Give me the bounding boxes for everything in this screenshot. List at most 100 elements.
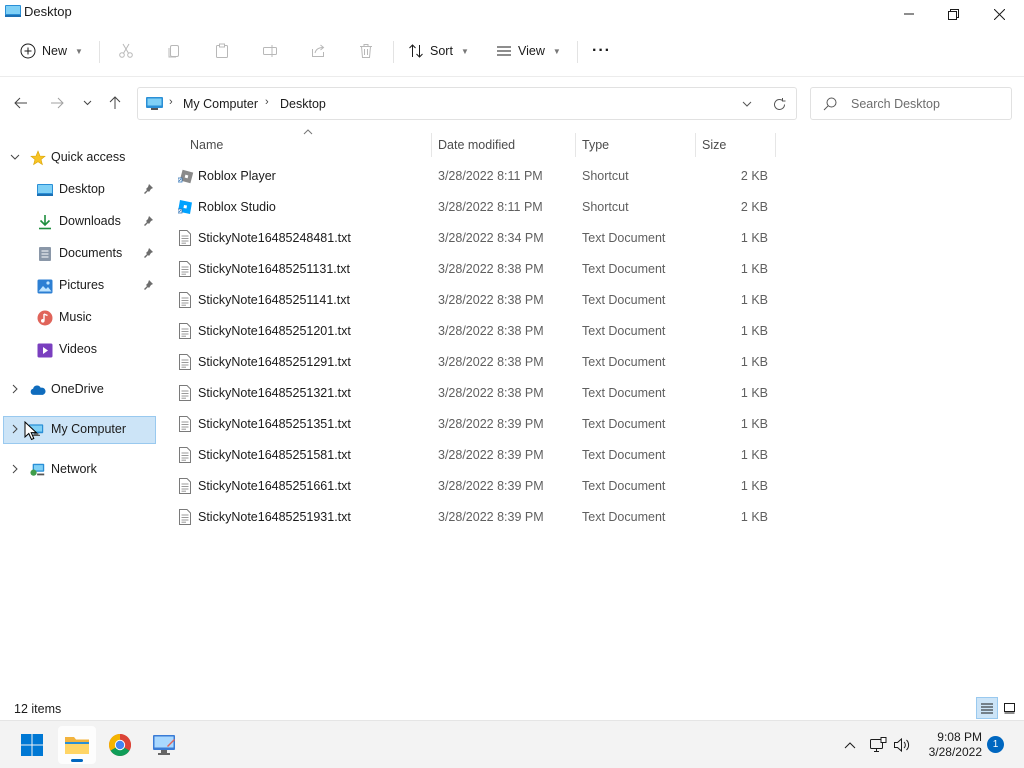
column-header-date[interactable]: Date modified — [438, 138, 515, 152]
paste-button[interactable] — [212, 41, 232, 61]
file-name: Roblox Player — [198, 169, 276, 183]
file-row[interactable]: StickyNote16485251131.txt 3/28/2022 8:38… — [172, 254, 776, 284]
column-header-size[interactable]: Size — [702, 138, 726, 152]
restore-button[interactable] — [930, 0, 976, 28]
forward-button[interactable] — [46, 92, 68, 114]
search-input[interactable]: Search Desktop — [810, 87, 1012, 120]
recent-locations-button[interactable] — [76, 92, 98, 114]
chevron-right-icon[interactable] — [9, 423, 21, 435]
address-dropdown-button[interactable] — [738, 95, 756, 113]
file-row[interactable]: StickyNote16485251201.txt 3/28/2022 8:38… — [172, 316, 776, 346]
sidebar-item-onedrive[interactable]: OneDrive — [3, 376, 156, 404]
text-file-icon — [178, 292, 194, 308]
minimize-button[interactable] — [886, 0, 932, 28]
sidebar-item-network[interactable]: Network — [3, 456, 156, 484]
details-view-button[interactable] — [976, 697, 998, 719]
tiles-view-button[interactable] — [998, 697, 1020, 719]
chevron-right-icon[interactable] — [9, 383, 21, 395]
notification-badge[interactable]: 1 — [987, 736, 1004, 753]
column-divider[interactable] — [775, 133, 776, 157]
file-row[interactable]: StickyNote16485251661.txt 3/28/2022 8:39… — [172, 471, 776, 501]
sort-button[interactable]: Sort ▼ — [408, 38, 469, 64]
file-name: StickyNote16485251291.txt — [198, 355, 351, 369]
taskbar-chrome[interactable] — [101, 726, 139, 764]
column-header-name[interactable]: Name — [190, 138, 223, 152]
file-row[interactable]: StickyNote16485251351.txt 3/28/2022 8:39… — [172, 409, 776, 439]
start-button[interactable] — [13, 726, 51, 764]
sidebar-item-label: Desktop — [59, 182, 105, 196]
sidebar-item-label: Quick access — [51, 150, 126, 164]
file-row[interactable]: StickyNote16485251321.txt 3/28/2022 8:38… — [172, 378, 776, 408]
network-status-button[interactable] — [867, 734, 889, 756]
copy-button[interactable] — [164, 41, 184, 61]
sidebar-item-label: Documents — [59, 246, 123, 260]
speaker-icon — [894, 737, 910, 753]
arrow-up-icon — [109, 96, 121, 109]
sidebar-item-label: Network — [51, 462, 97, 476]
close-icon — [993, 8, 1005, 20]
roblox-player-icon — [177, 168, 194, 184]
file-row[interactable]: StickyNote16485251581.txt 3/28/2022 8:39… — [172, 440, 776, 470]
pin-icon — [142, 183, 154, 195]
refresh-button[interactable] — [770, 95, 788, 113]
chevron-down-icon[interactable] — [9, 151, 21, 163]
sidebar-item-quick-access[interactable]: Quick access — [3, 144, 156, 172]
column-divider[interactable] — [695, 133, 696, 157]
file-row[interactable]: StickyNote16485251931.txt 3/28/2022 8:39… — [172, 502, 776, 532]
file-name: StickyNote16485251321.txt — [198, 386, 351, 400]
column-divider[interactable] — [431, 133, 432, 157]
file-size: 1 KB — [740, 417, 768, 431]
sidebar-item-desktop[interactable]: Desktop — [3, 176, 156, 204]
show-hidden-icons-button[interactable] — [839, 734, 861, 756]
column-header-type[interactable]: Type — [582, 138, 609, 152]
up-button[interactable] — [104, 92, 126, 114]
sidebar-item-downloads[interactable]: Downloads — [3, 208, 156, 236]
volume-button[interactable] — [891, 734, 913, 756]
clock[interactable]: 9:08 PM 3/28/2022 — [918, 730, 982, 760]
delete-button[interactable] — [356, 41, 376, 61]
file-row[interactable]: Roblox Studio 3/28/2022 8:11 PM Shortcut… — [172, 192, 776, 222]
rename-button[interactable] — [260, 41, 280, 61]
breadcrumb-my-computer[interactable]: My Computer — [183, 97, 258, 111]
file-date: 3/28/2022 8:38 PM — [438, 324, 544, 338]
share-button[interactable] — [308, 41, 328, 61]
network-icon — [30, 462, 46, 478]
view-button[interactable]: View ▼ — [496, 38, 561, 64]
file-size: 1 KB — [740, 448, 768, 462]
sidebar-item-label: OneDrive — [51, 382, 104, 396]
text-file-icon — [178, 478, 194, 494]
file-size: 1 KB — [740, 386, 768, 400]
breadcrumb-desktop[interactable]: Desktop — [280, 97, 326, 111]
command-bar: New ▼ Sort ▼ View ▼ ··· — [0, 28, 1024, 76]
file-row[interactable]: StickyNote16485251291.txt 3/28/2022 8:38… — [172, 347, 776, 377]
taskbar-remote-desktop[interactable] — [145, 726, 183, 764]
cut-button[interactable] — [116, 41, 136, 61]
file-date: 3/28/2022 8:38 PM — [438, 355, 544, 369]
new-button[interactable]: New ▼ — [20, 38, 83, 64]
folder-icon — [65, 737, 89, 754]
chrome-icon — [109, 734, 131, 756]
file-size: 1 KB — [740, 231, 768, 245]
sidebar-item-label: Videos — [59, 342, 97, 356]
sidebar-item-pictures[interactable]: Pictures — [3, 272, 156, 300]
view-list-icon — [497, 46, 511, 56]
back-button[interactable] — [10, 92, 32, 114]
sidebar-item-videos[interactable]: Videos — [3, 336, 156, 364]
address-bar[interactable]: › My Computer › Desktop — [137, 87, 797, 120]
more-options-button[interactable]: ··· — [592, 38, 611, 64]
column-divider[interactable] — [575, 133, 576, 157]
taskbar-file-explorer[interactable] — [58, 726, 96, 764]
roblox-studio-icon — [177, 199, 194, 215]
chevron-right-icon[interactable] — [9, 463, 21, 475]
file-row[interactable]: StickyNote16485251141.txt 3/28/2022 8:38… — [172, 285, 776, 315]
close-button[interactable] — [976, 0, 1022, 28]
file-date: 3/28/2022 8:39 PM — [438, 417, 544, 431]
file-row[interactable]: Roblox Player 3/28/2022 8:11 PM Shortcut… — [172, 161, 776, 191]
sidebar-item-music[interactable]: Music — [3, 304, 156, 332]
sidebar-item-documents[interactable]: Documents — [3, 240, 156, 268]
clipboard-icon — [216, 43, 228, 58]
network-wired-icon — [870, 737, 887, 752]
file-date: 3/28/2022 8:39 PM — [438, 479, 544, 493]
file-name: StickyNote16485251661.txt — [198, 479, 351, 493]
file-row[interactable]: StickyNote16485248481.txt 3/28/2022 8:34… — [172, 223, 776, 253]
